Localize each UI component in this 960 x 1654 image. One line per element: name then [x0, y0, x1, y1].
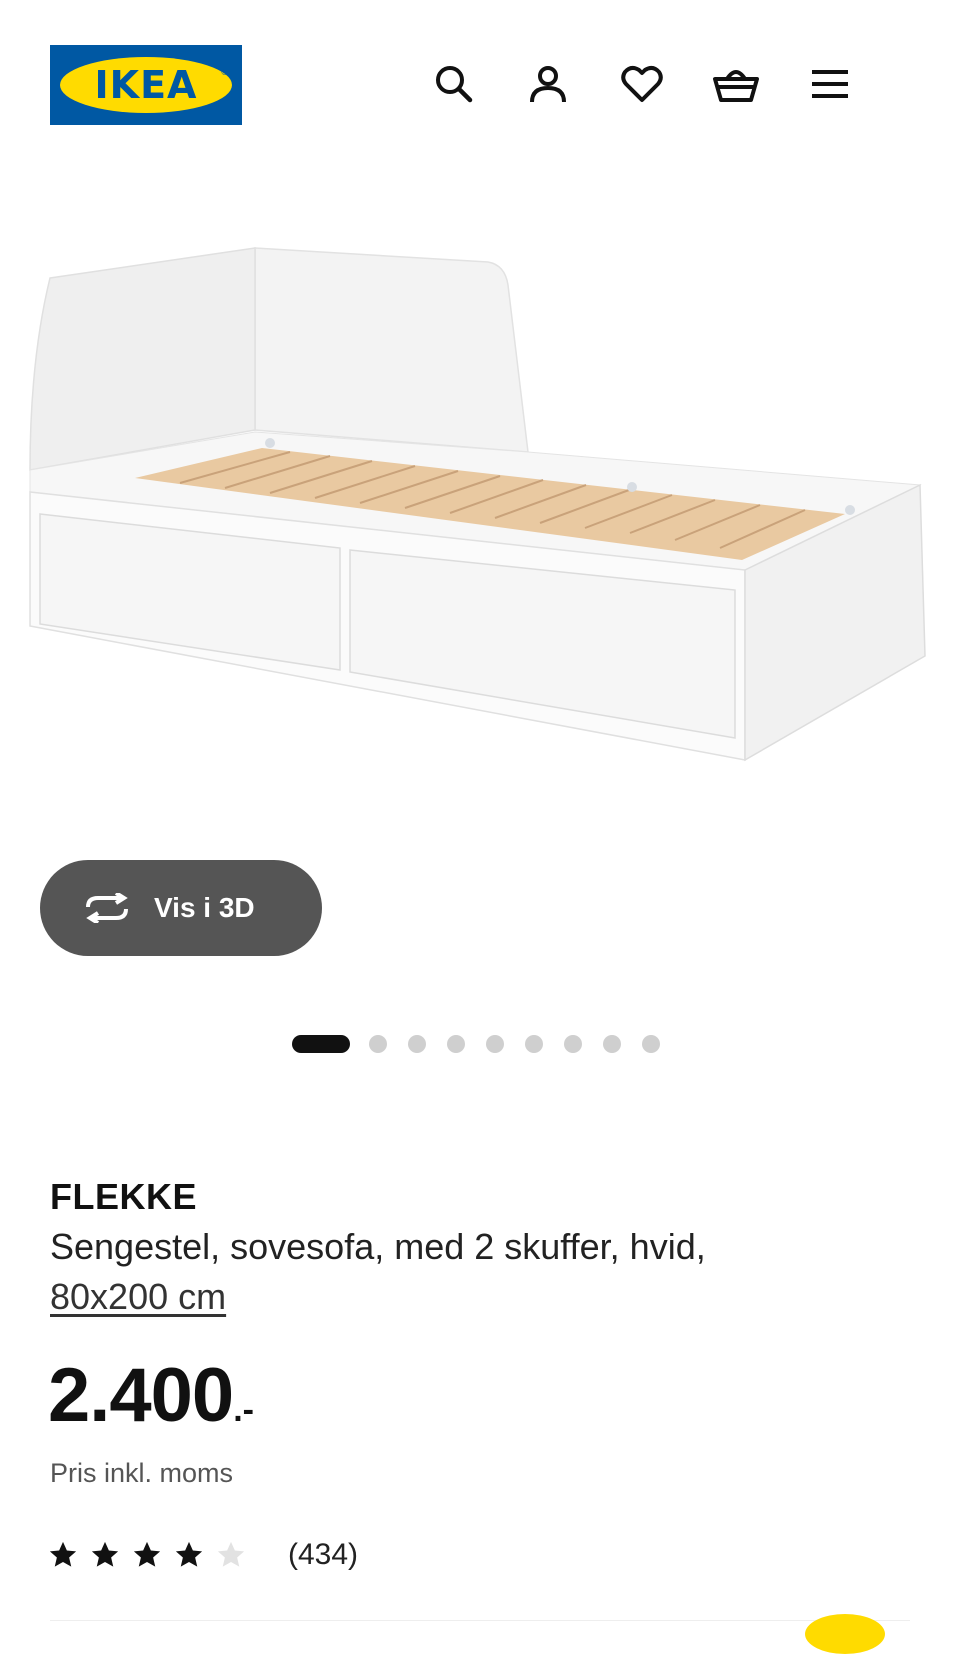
star-filled-icon	[133, 1541, 161, 1567]
product-rating[interactable]: (434)	[48, 1535, 358, 1575]
star-empty-icon	[217, 1541, 245, 1567]
product-price: 2.400.-	[48, 1352, 254, 1439]
pagination-dot[interactable]	[408, 1035, 426, 1053]
price-suffix: .-	[233, 1391, 254, 1429]
star-filled-icon	[175, 1541, 203, 1567]
divider	[50, 1620, 910, 1621]
site-header: IKEA ®	[0, 0, 960, 160]
product-description-text: Sengestel, sovesofa, med 2 skuffer, hvid…	[50, 1226, 706, 1267]
pagination-dot[interactable]	[369, 1035, 387, 1053]
gallery-pagination	[0, 1032, 960, 1056]
view-3d-label: Vis i 3D	[154, 892, 255, 923]
heart-icon[interactable]	[616, 58, 668, 110]
pagination-dot[interactable]	[642, 1035, 660, 1053]
pagination-dot[interactable]	[564, 1035, 582, 1053]
pagination-dot[interactable]	[603, 1035, 621, 1053]
logo-registered-mark: ®	[221, 67, 228, 77]
price-note: Pris inkl. moms	[50, 1458, 234, 1488]
user-icon[interactable]	[522, 58, 574, 110]
star-filled-icon	[49, 1541, 77, 1567]
review-count: (434)	[288, 1538, 359, 1571]
view-3d-button[interactable]: Vis i 3D	[40, 860, 322, 956]
product-image[interactable]	[0, 160, 960, 860]
pagination-dot-active[interactable]	[292, 1035, 350, 1053]
pagination-dot[interactable]	[486, 1035, 504, 1053]
star-filled-icon	[91, 1541, 119, 1567]
floating-action-button[interactable]	[805, 1614, 885, 1654]
search-icon[interactable]	[428, 58, 480, 110]
price-integer: 2.400	[48, 1353, 234, 1438]
logo-text: IKEA	[94, 63, 198, 107]
basket-icon[interactable]	[710, 58, 762, 110]
pagination-dot[interactable]	[447, 1035, 465, 1053]
product-name: FLEKKE	[50, 1176, 197, 1217]
rotate-3d-icon	[86, 893, 128, 923]
product-size-link[interactable]: 80x200 cm	[50, 1276, 226, 1317]
ikea-logo[interactable]: IKEA ®	[50, 45, 242, 125]
product-description: Sengestel, sovesofa, med 2 skuffer, hvid…	[50, 1222, 910, 1322]
menu-icon[interactable]	[804, 58, 856, 110]
pagination-dot[interactable]	[525, 1035, 543, 1053]
